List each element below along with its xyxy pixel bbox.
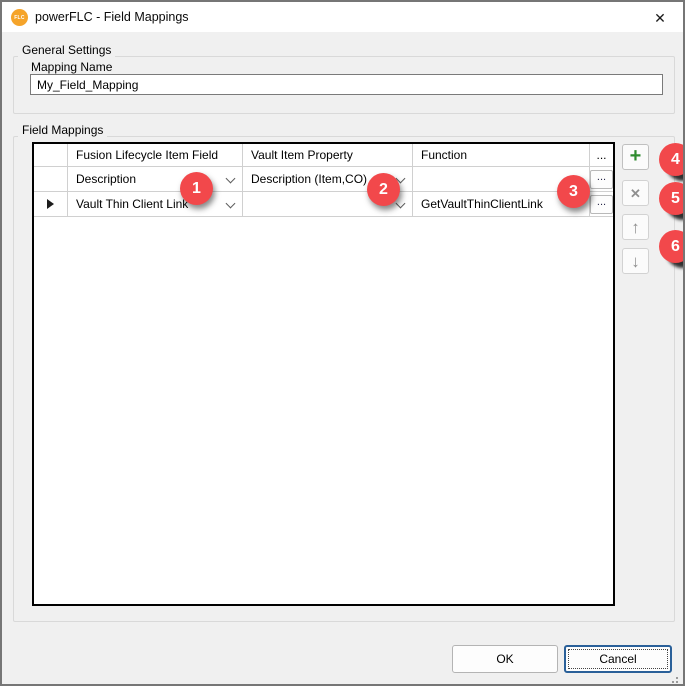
column-header-function[interactable]: Function	[413, 144, 590, 167]
callout-badge-6: 6	[659, 230, 683, 263]
powerflc-app-icon: FLC	[11, 9, 28, 26]
field-mappings-legend: Field Mappings	[18, 123, 108, 137]
move-down-button[interactable]: ↓	[622, 248, 649, 274]
function-value: GetVaultThinClientLink	[421, 197, 543, 211]
general-settings-legend: General Settings	[18, 43, 116, 57]
add-row-button[interactable]: +	[622, 144, 649, 170]
fusion-field-combobox[interactable]: Vault Thin Client Link	[68, 192, 243, 217]
row-selector-cell[interactable]	[34, 192, 68, 217]
column-header-vault-item-property[interactable]: Vault Item Property	[243, 144, 413, 167]
cancel-button[interactable]: Cancel	[564, 645, 672, 673]
delete-row-button[interactable]: ✕	[622, 180, 649, 206]
grid-corner-header[interactable]	[34, 144, 68, 167]
combobox-value: Vault Thin Client Link	[76, 197, 189, 211]
chevron-down-icon	[225, 173, 236, 184]
dialog-window: FLC powerFLC - Field Mappings ✕ General …	[0, 0, 685, 686]
chevron-down-icon	[225, 198, 236, 209]
table-row: Vault Thin Client Link GetVaultThinClien…	[34, 192, 613, 217]
delete-x-icon: ✕	[630, 185, 641, 201]
close-icon[interactable]: ✕	[650, 8, 670, 28]
column-header-fusion-lifecycle-item-field[interactable]: Fusion Lifecycle Item Field	[68, 144, 243, 167]
arrow-up-icon: ↑	[631, 217, 640, 237]
fusion-field-combobox[interactable]: Description	[68, 167, 243, 192]
column-header-ellipsis[interactable]: ...	[590, 144, 613, 167]
function-browse-cell: ...	[590, 192, 613, 217]
title-bar: FLC powerFLC - Field Mappings ✕	[2, 2, 683, 32]
callout-badge-2: 2	[367, 173, 400, 206]
callout-badge-1: 1	[180, 172, 213, 205]
grid-header-row: Fusion Lifecycle Item Field Vault Item P…	[34, 144, 613, 167]
mapping-name-input[interactable]	[30, 74, 663, 95]
mapping-name-label: Mapping Name	[31, 60, 113, 74]
function-browse-button[interactable]: ...	[590, 169, 613, 189]
function-browse-button[interactable]: ...	[590, 194, 613, 214]
table-row: Description Description (Item,CO) ...	[34, 167, 613, 192]
arrow-down-icon: ↓	[631, 251, 640, 271]
dialog-title: powerFLC - Field Mappings	[35, 10, 189, 24]
function-browse-cell: ...	[590, 167, 613, 192]
callout-badge-4: 4	[659, 143, 683, 176]
callout-badge-3: 3	[557, 175, 590, 208]
callout-badge-5: 5	[659, 182, 683, 215]
resize-grip[interactable]	[676, 677, 678, 679]
combobox-value: Description	[76, 172, 137, 186]
current-row-indicator-icon	[47, 199, 54, 209]
combobox-value: Description (Item,CO)	[251, 172, 368, 186]
ok-button[interactable]: OK	[452, 645, 558, 673]
chevron-down-icon	[395, 198, 406, 209]
focus-rectangle	[568, 649, 668, 669]
field-mappings-grid: Fusion Lifecycle Item Field Vault Item P…	[32, 142, 615, 606]
plus-icon: +	[629, 145, 642, 167]
move-up-button[interactable]: ↑	[622, 214, 649, 240]
row-selector-cell[interactable]	[34, 167, 68, 192]
